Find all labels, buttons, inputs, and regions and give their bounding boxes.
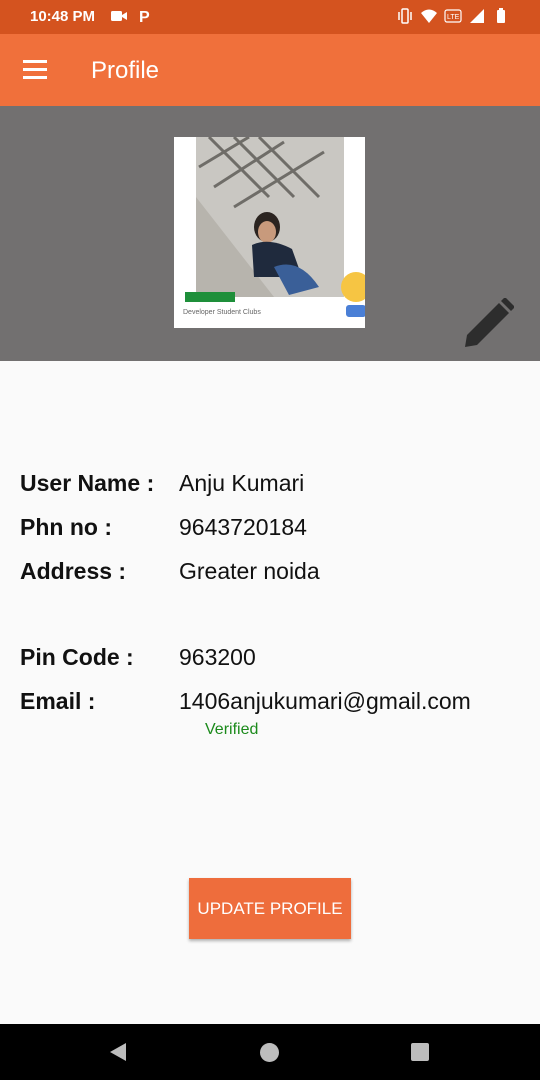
address-label: Address : xyxy=(20,558,127,584)
user-name-value: Anju Kumari xyxy=(179,470,305,496)
email-row: Email : 1406anjukumari@gmail.com xyxy=(20,688,471,715)
pin-code-row: Pin Code : 963200 xyxy=(20,644,256,671)
parking-icon: P xyxy=(139,9,150,24)
status-left-icons: P xyxy=(110,8,154,24)
phone-row: Phn no : 9643720184 xyxy=(20,514,307,541)
page-title: Profile xyxy=(91,57,160,84)
phone-value: 9643720184 xyxy=(179,514,307,540)
address-row: Address : Greater noida xyxy=(20,558,320,585)
email-label: Email : xyxy=(20,688,96,714)
app-bar: Profile xyxy=(0,34,540,106)
user-name-row: User Name : Anju Kumari xyxy=(20,470,304,497)
profile-photo: Developer Student Clubs xyxy=(174,137,365,328)
profile-photo-image: Developer Student Clubs xyxy=(174,137,365,328)
recent-apps-icon[interactable] xyxy=(411,1043,429,1061)
pin-code-label: Pin Code : xyxy=(20,644,134,670)
video-camera-icon xyxy=(111,11,127,21)
profile-header: Developer Student Clubs xyxy=(0,106,540,361)
menu-icon[interactable] xyxy=(23,60,47,80)
update-profile-button[interactable]: UPDATE PROFILE xyxy=(189,878,351,939)
battery-icon xyxy=(497,8,505,23)
svg-text:LTE: LTE xyxy=(447,14,460,21)
email-value: 1406anjukumari@gmail.com xyxy=(179,688,471,714)
volte-icon: LTE xyxy=(444,9,462,23)
email-verified-badge: Verified xyxy=(205,721,259,738)
user-name-label: User Name : xyxy=(20,470,155,496)
address-value: Greater noida xyxy=(179,558,320,584)
wifi-icon xyxy=(421,9,437,23)
status-right-icons: LTE xyxy=(396,8,510,24)
pin-code-value: 963200 xyxy=(179,644,256,670)
vibrate-icon xyxy=(398,8,412,24)
signal-icon xyxy=(470,9,484,23)
svg-text:P: P xyxy=(139,9,150,24)
system-nav-bar xyxy=(0,1024,540,1080)
edit-icon[interactable] xyxy=(462,298,514,350)
back-icon[interactable] xyxy=(108,1042,128,1062)
status-bar: 10:48 PM P LTE xyxy=(0,0,540,34)
home-icon[interactable] xyxy=(260,1043,279,1062)
photo-caption: Developer Student Clubs xyxy=(183,309,261,316)
phone-label: Phn no : xyxy=(20,514,112,540)
status-time: 10:48 PM xyxy=(30,8,96,25)
